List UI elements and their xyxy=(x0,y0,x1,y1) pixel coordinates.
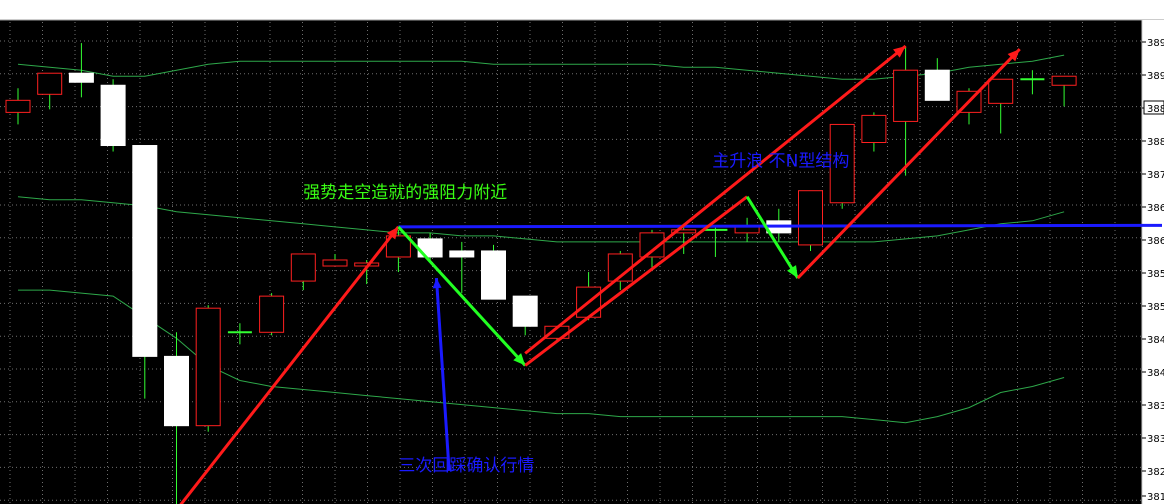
resistance-line xyxy=(398,223,1163,229)
candle xyxy=(259,293,285,336)
candle-body-down xyxy=(924,69,950,101)
candle xyxy=(100,79,126,152)
candle-body-up xyxy=(798,190,823,246)
candle-body-down xyxy=(449,250,475,258)
price-tick-label: 382 xyxy=(1147,467,1164,478)
candle-body-down xyxy=(481,250,506,300)
candle-body-up xyxy=(861,114,887,143)
resistance-line-group xyxy=(398,223,1163,229)
annotation-retest: 三次回踩确认行情 xyxy=(398,456,534,476)
price-tick-label: 386 xyxy=(1147,236,1164,247)
candle-body-down xyxy=(164,355,189,427)
price-tick-label: 383 xyxy=(1147,401,1164,412)
candle-body-up xyxy=(5,99,31,113)
chart-canvas: 强势走空造就的强阻力附近 三次回踩确认行情 主升浪 不N型结构 389 389 38… xyxy=(0,0,1164,504)
candle xyxy=(481,244,506,300)
price-tick-label: 387 xyxy=(1147,170,1164,181)
candle-body-up xyxy=(988,78,1014,104)
candlestick-chart: 强势走空造就的强阻力附近 三次回踩确认行情 主升浪 不N型结构 389 389 38… xyxy=(0,0,1164,504)
current-price-label: 388 xyxy=(1147,104,1164,115)
candle xyxy=(195,305,221,432)
candle-body-up xyxy=(37,72,63,95)
price-tick-label: 381 xyxy=(1147,492,1164,503)
candle-body-down xyxy=(512,295,538,327)
candle-body-up xyxy=(893,69,919,122)
annotation-main-wave: 主升浪 不N型结构 xyxy=(712,152,849,172)
price-tick-label: 386 xyxy=(1147,203,1164,214)
candle xyxy=(798,190,823,251)
candle-body-down xyxy=(100,84,126,147)
candle-body-up xyxy=(195,307,221,427)
price-tick-label: 384 xyxy=(1147,335,1164,346)
annotation-resistance: 强势走空造就的强阻力附近 xyxy=(303,183,507,203)
price-axis-panel xyxy=(1142,20,1164,504)
price-tick-label: 389 xyxy=(1147,38,1164,49)
candle-body-up xyxy=(259,295,285,333)
price-tick-label: 388 xyxy=(1147,137,1164,148)
candle-body-down xyxy=(68,72,94,83)
price-tick-label: 385 xyxy=(1147,269,1164,280)
candle-body-up xyxy=(1051,75,1077,86)
candle-body-down xyxy=(132,145,158,357)
price-tick-label: 383 xyxy=(1147,434,1164,445)
price-tick-label: 384 xyxy=(1147,368,1164,379)
price-tick-label: 385 xyxy=(1147,302,1164,313)
price-tick-label: 389 xyxy=(1147,71,1164,82)
chart-background xyxy=(0,0,1164,504)
candle-body-up xyxy=(290,253,316,282)
candle-body-up xyxy=(322,259,348,267)
candle-body-up xyxy=(734,226,760,234)
window-top-bar xyxy=(0,0,1164,20)
